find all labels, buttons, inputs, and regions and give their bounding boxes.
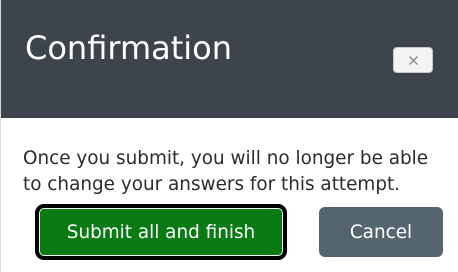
dialog-header: Confirmation xyxy=(1,0,458,118)
dialog-message-line-1: Once you submit, you will no longer be a… xyxy=(23,148,429,169)
close-icon xyxy=(408,55,418,65)
dialog-message-line-2: to change your answers for this attempt. xyxy=(23,174,401,195)
cancel-button[interactable]: Cancel xyxy=(319,207,443,257)
submit-all-and-finish-button[interactable]: Submit all and finish xyxy=(35,204,287,260)
dialog-title: Confirmation xyxy=(25,29,233,67)
confirmation-dialog: Confirmation Once you submit, you will n… xyxy=(0,0,458,272)
dialog-message: Once you submit, you will no longer be a… xyxy=(23,146,458,198)
close-button[interactable] xyxy=(393,47,433,73)
